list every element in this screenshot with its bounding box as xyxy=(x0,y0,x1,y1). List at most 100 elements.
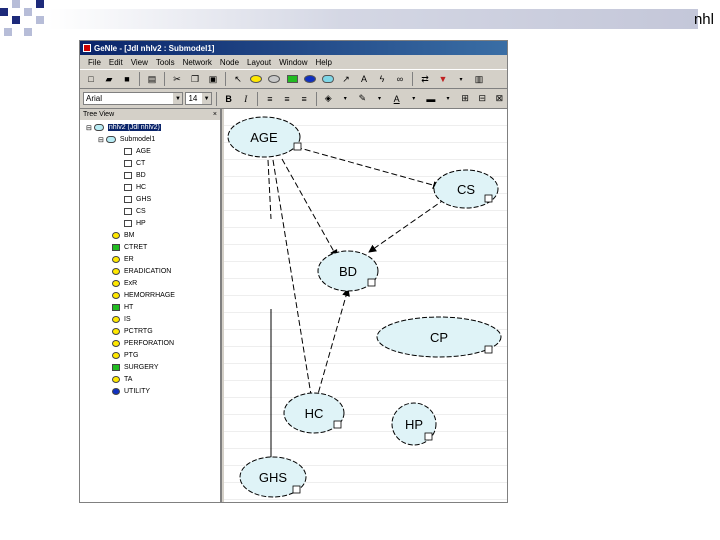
menu-edit[interactable]: Edit xyxy=(105,58,127,67)
font-family-select[interactable]: Arial ▼ xyxy=(83,92,184,105)
tree-item[interactable]: AGE xyxy=(124,146,151,158)
menu-tools[interactable]: Tools xyxy=(152,58,179,67)
tree-item[interactable]: HP xyxy=(124,218,146,230)
align-center-icon[interactable]: ≡ xyxy=(279,91,294,107)
chance-node-tool-icon[interactable] xyxy=(248,71,264,87)
print-icon[interactable]: ▤ xyxy=(144,71,160,87)
node-hp[interactable]: HP xyxy=(391,402,437,446)
tree-item[interactable]: CT xyxy=(124,158,145,170)
collapse-icon[interactable]: ⊟ xyxy=(86,124,92,132)
tree-item[interactable]: PTG xyxy=(112,350,138,362)
tree-item-label: CT xyxy=(136,160,146,168)
tree-item[interactable]: GHS xyxy=(124,194,151,206)
glasses-icon[interactable]: ∞ xyxy=(392,71,408,87)
decision-node-tool-icon[interactable] xyxy=(284,71,300,87)
node-cs[interactable]: CS xyxy=(433,169,499,209)
tree-item[interactable]: BM xyxy=(112,230,135,242)
open-folder-icon[interactable]: ▰ xyxy=(101,71,117,87)
align-nodes-icon[interactable]: ⊞ xyxy=(458,91,473,107)
copy-icon[interactable]: ❐ xyxy=(187,71,203,87)
arc-tool-icon[interactable]: ↗ xyxy=(338,71,354,87)
dropdown-arrow-icon[interactable]: ▾ xyxy=(453,71,469,87)
tree-item-label: ExR xyxy=(124,280,138,288)
node-age[interactable]: AGE xyxy=(227,116,302,158)
node-bd[interactable]: BD xyxy=(317,250,379,292)
node-hc[interactable]: HC xyxy=(283,392,345,434)
node-cp[interactable]: CP xyxy=(376,316,502,358)
arc-age-bd[interactable] xyxy=(281,158,338,258)
tree-item[interactable]: HC xyxy=(124,182,146,194)
line-width-icon[interactable]: ▬ xyxy=(423,91,438,107)
chart-icon[interactable]: ▥ xyxy=(471,71,487,87)
align-right-icon[interactable]: ≡ xyxy=(297,91,312,107)
swap-arrows-icon[interactable]: ⇄ xyxy=(417,71,433,87)
save-icon[interactable]: ■ xyxy=(119,71,135,87)
fill-color-icon[interactable]: ◈ xyxy=(321,91,336,107)
arc-hc-bd[interactable] xyxy=(315,288,350,402)
font-color-icon[interactable]: A xyxy=(389,91,404,107)
window-titlebar[interactable]: GeNIe - [Jdl nhlv2 : Submodel1] xyxy=(80,41,507,55)
tree-item[interactable]: TA xyxy=(112,374,132,386)
menu-help[interactable]: Help xyxy=(312,58,336,67)
tree-item[interactable]: ER xyxy=(112,254,134,266)
tree-submodel-node[interactable]: ⊟ Submodel1 xyxy=(98,134,155,146)
chevron-down-icon[interactable]: ▼ xyxy=(202,93,212,104)
tree-item[interactable]: UTILITY xyxy=(112,386,150,398)
collapse-icon[interactable]: ⊟ xyxy=(98,136,104,144)
arc-age-cs[interactable] xyxy=(295,146,441,189)
align-left-icon[interactable]: ≡ xyxy=(262,91,277,107)
tree-item[interactable]: HEMORRHAGE xyxy=(112,290,175,302)
node-ghs[interactable]: GHS xyxy=(239,456,307,498)
menu-network[interactable]: Network xyxy=(179,58,216,67)
submodel-tool-icon[interactable] xyxy=(320,71,336,87)
cut-icon[interactable]: ✂ xyxy=(169,71,185,87)
tree-item[interactable]: SURGERY xyxy=(112,362,159,374)
tree-item[interactable]: PCTRTG xyxy=(112,326,153,338)
tree-item[interactable]: HT xyxy=(112,302,133,314)
dropdown-arrow-icon[interactable]: ▾ xyxy=(372,91,387,107)
tree-item[interactable]: BD xyxy=(124,170,146,182)
tree-item[interactable]: CTRET xyxy=(112,242,147,254)
menu-bar: File Edit View Tools Network Node Layout… xyxy=(80,55,507,69)
font-size-select[interactable]: 14 ▼ xyxy=(185,92,213,105)
filter-icon[interactable]: ▼ xyxy=(435,71,451,87)
distribute-nodes-icon[interactable]: ⊟ xyxy=(475,91,490,107)
utility-node-tool-icon[interactable] xyxy=(302,71,318,87)
arc-cs-bd[interactable] xyxy=(368,198,446,253)
select-arrow-icon[interactable]: ↖ xyxy=(230,71,246,87)
submodel-marker-icon xyxy=(484,194,493,203)
close-icon[interactable]: × xyxy=(213,111,217,118)
grid-icon[interactable]: ⊠ xyxy=(492,91,507,107)
italic-icon[interactable]: I xyxy=(238,91,253,107)
menu-view[interactable]: View xyxy=(127,58,152,67)
text-tool-icon[interactable]: A xyxy=(356,71,372,87)
menu-node[interactable]: Node xyxy=(216,58,243,67)
arc-age-ghs[interactable] xyxy=(267,159,272,220)
tree-root-node[interactable]: ⊟ nhlv2 (Jdl nhlv2) xyxy=(86,122,161,134)
graph-canvas[interactable]: AGE CS BD CP HC HP GHS xyxy=(224,109,507,502)
menu-window[interactable]: Window xyxy=(275,58,311,67)
line-color-icon[interactable]: ✎ xyxy=(355,91,370,107)
tree-item[interactable]: IS xyxy=(112,314,131,326)
menu-layout[interactable]: Layout xyxy=(243,58,275,67)
node-label: GHS xyxy=(259,470,288,485)
node-label: HC xyxy=(305,406,324,421)
new-file-icon[interactable]: □ xyxy=(83,71,99,87)
chevron-down-icon[interactable]: ▼ xyxy=(173,93,183,104)
dropdown-arrow-icon[interactable]: ▾ xyxy=(440,91,455,107)
dropdown-arrow-icon[interactable]: ▾ xyxy=(338,91,353,107)
update-beliefs-icon[interactable]: ϟ xyxy=(374,71,390,87)
tree-item[interactable]: PERFORATION xyxy=(112,338,174,350)
tree-item[interactable]: CS xyxy=(124,206,146,218)
paste-icon[interactable]: ▣ xyxy=(205,71,221,87)
decor-square xyxy=(12,16,20,24)
submodel-marker-icon xyxy=(367,278,376,287)
menu-file[interactable]: File xyxy=(84,58,105,67)
bold-icon[interactable]: B xyxy=(221,91,236,107)
deterministic-node-tool-icon[interactable] xyxy=(266,71,282,87)
dropdown-arrow-icon[interactable]: ▾ xyxy=(406,91,421,107)
tree-item[interactable]: ExR xyxy=(112,278,137,290)
arc-age-hc[interactable] xyxy=(272,159,315,402)
genie-window: GeNIe - [Jdl nhlv2 : Submodel1] File Edi… xyxy=(79,40,508,503)
tree-item[interactable]: ERADICATION xyxy=(112,266,171,278)
